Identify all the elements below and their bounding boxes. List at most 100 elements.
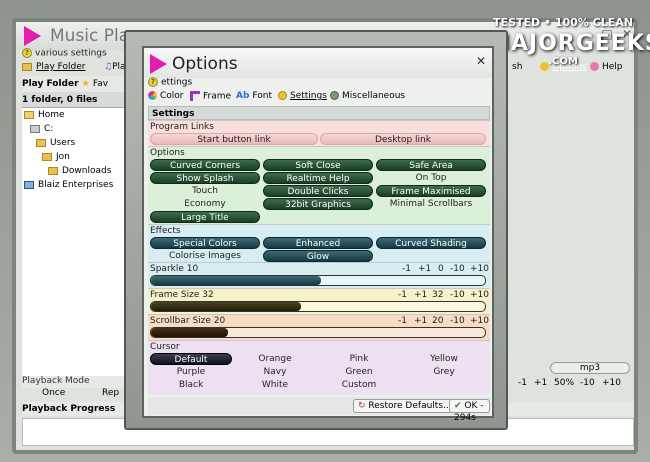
- option-touch[interactable]: Touch: [150, 185, 260, 197]
- option-show-splash[interactable]: Show Splash: [150, 172, 260, 184]
- cursor-default[interactable]: Default: [150, 353, 232, 365]
- scrollbar-size-section: Scrollbar Size 20 -1 +1 20 -10 +10: [148, 314, 490, 340]
- scrollbar-plus-10[interactable]: +10: [470, 316, 489, 326]
- scrollbar-minus-10[interactable]: -10: [450, 316, 465, 326]
- cursor-orange[interactable]: Orange: [234, 353, 316, 365]
- star-icon[interactable]: ★: [82, 79, 90, 89]
- tab-play-folder[interactable]: Play Folder: [22, 62, 85, 72]
- option-economy[interactable]: Economy: [150, 198, 260, 210]
- settings-content: Program Links Start button link Desktop …: [148, 120, 490, 395]
- settings-header: Settings: [148, 106, 490, 120]
- subtitle-text: ettings: [161, 77, 193, 88]
- format-button[interactable]: mp3: [550, 362, 630, 374]
- tree-item-blaiz[interactable]: Blaiz Enterprises: [24, 180, 113, 190]
- tab-font[interactable]: Ab Font: [236, 91, 272, 101]
- sparkle-plus-1[interactable]: +1: [418, 264, 431, 274]
- tree-item-home[interactable]: Home: [24, 110, 65, 120]
- drive-icon: [30, 124, 40, 133]
- tree-item-users[interactable]: Users: [36, 138, 75, 148]
- frame-size-fill: [151, 302, 302, 311]
- majorgeeks-watermark: TESTED • 100% CLEAN MAJORGEEKS .COM: [488, 16, 650, 86]
- main-title: Music Pla: [50, 26, 130, 46]
- tab-label: Miscellaneous: [342, 91, 406, 101]
- tab-color[interactable]: Color: [148, 91, 184, 101]
- playback-mode-label: Playback Mode: [22, 376, 127, 388]
- scrollbar-plus-1[interactable]: +1: [414, 316, 427, 326]
- cursor-green[interactable]: Green: [318, 366, 400, 378]
- scrollbar-size-label: Scrollbar Size 20: [150, 316, 226, 326]
- frame-plus-10[interactable]: +10: [470, 290, 489, 300]
- tab-miscellaneous[interactable]: Miscellaneous: [330, 91, 405, 101]
- vol-plus-1[interactable]: +1: [534, 378, 547, 388]
- option-curved-corners[interactable]: Curved Corners: [150, 159, 260, 171]
- option-large-title[interactable]: Large Title: [150, 211, 260, 223]
- option-realtime-help[interactable]: Realtime Help: [263, 172, 373, 184]
- play-logo-icon: [150, 54, 167, 74]
- vol-plus-10[interactable]: +10: [602, 378, 621, 388]
- option-32bit-graphics[interactable]: 32bit Graphics: [263, 198, 373, 210]
- cursor-black[interactable]: Black: [150, 379, 232, 391]
- mode-once[interactable]: Once: [42, 388, 65, 398]
- sparkle-minus-1[interactable]: -1: [402, 264, 411, 274]
- option-frame-maximised[interactable]: Frame Maximised: [376, 185, 486, 197]
- scrollbar-size-fill: [151, 328, 228, 337]
- frame-size-slider[interactable]: [150, 301, 486, 312]
- option-on-top[interactable]: On Top: [376, 172, 486, 184]
- tree-item-drive[interactable]: C:: [30, 124, 53, 134]
- music-note-icon: ♫: [104, 62, 113, 72]
- sparkle-slider[interactable]: [150, 275, 486, 286]
- tree-item-downloads[interactable]: Downloads: [48, 166, 111, 176]
- home-icon: [24, 110, 34, 119]
- cursor-purple[interactable]: Purple: [150, 366, 232, 378]
- fav-tab[interactable]: Fav: [93, 79, 108, 89]
- option-soft-close[interactable]: Soft Close: [263, 159, 373, 171]
- scrollbar-minus-1[interactable]: -1: [398, 316, 407, 326]
- cursor-custom[interactable]: Custom: [318, 379, 400, 391]
- folder-info: 1 folder, 0 files: [22, 92, 127, 108]
- close-icon[interactable]: ✕: [476, 54, 486, 68]
- cursor-navy[interactable]: Navy: [234, 366, 316, 378]
- vol-minus-1[interactable]: -1: [518, 378, 527, 388]
- mode-repeat[interactable]: Rep: [102, 388, 119, 398]
- effect-enhanced[interactable]: Enhanced: [263, 237, 373, 249]
- option-double-clicks[interactable]: Double Clicks: [263, 185, 373, 197]
- frame-plus-1[interactable]: +1: [414, 290, 427, 300]
- tab-settings[interactable]: Settings: [278, 91, 327, 101]
- sparkle-fill: [151, 276, 322, 285]
- ok-button[interactable]: ✔ OK - 294s: [449, 399, 490, 423]
- sparkle-plus-10[interactable]: +10: [470, 264, 489, 274]
- options-frame: Options ✕ ? ettings Color Frame Ab Font Se…: [124, 30, 508, 430]
- options-tabs: Color Frame Ab Font Settings Miscellaneou…: [148, 91, 492, 105]
- tab-frame[interactable]: Frame: [190, 91, 231, 102]
- restore-defaults-button[interactable]: ↻ Restore Defaults...: [353, 399, 457, 413]
- section-heading: Effects: [150, 226, 181, 236]
- desktop-link[interactable]: Desktop link: [320, 133, 486, 145]
- scrollbar-size-slider[interactable]: [150, 327, 486, 338]
- cursor-grey[interactable]: Grey: [402, 366, 486, 378]
- sparkle-minus-10[interactable]: -10: [450, 264, 465, 274]
- restore-label: Restore Defaults...: [368, 401, 452, 411]
- tree-label: C:: [44, 124, 54, 134]
- cursor-white[interactable]: White: [234, 379, 316, 391]
- frame-minus-10[interactable]: -10: [450, 290, 465, 300]
- options-subtitle: ? ettings: [148, 77, 192, 88]
- check-icon: ✔: [454, 401, 462, 411]
- tree-item-jon[interactable]: Jon: [42, 152, 70, 162]
- effects-section: Effects Special Colors Enhanced Curved S…: [148, 224, 490, 262]
- effect-colorise-images[interactable]: Colorise Images: [150, 250, 260, 262]
- cursor-yellow[interactable]: Yellow: [402, 353, 486, 365]
- start-button-link[interactable]: Start button link: [150, 133, 318, 145]
- cursor-section: Cursor Default Orange Pink Yellow Purple…: [148, 340, 490, 395]
- frame-minus-1[interactable]: -1: [398, 290, 407, 300]
- effect-glow[interactable]: Glow: [263, 250, 373, 262]
- options-title-bar[interactable]: Options ✕: [144, 48, 492, 78]
- section-heading: Options: [150, 148, 185, 158]
- option-minimal-scrollbars[interactable]: Minimal Scrollbars: [376, 198, 486, 210]
- effect-curved-shading[interactable]: Curved Shading: [376, 237, 486, 249]
- vol-minus-10[interactable]: -10: [580, 378, 595, 388]
- folder-icon: [22, 62, 32, 71]
- effect-special-colors[interactable]: Special Colors: [150, 237, 260, 249]
- cursor-pink[interactable]: Pink: [318, 353, 400, 365]
- sparkle-label: Sparkle 10: [150, 264, 199, 274]
- option-safe-area[interactable]: Safe Area: [376, 159, 486, 171]
